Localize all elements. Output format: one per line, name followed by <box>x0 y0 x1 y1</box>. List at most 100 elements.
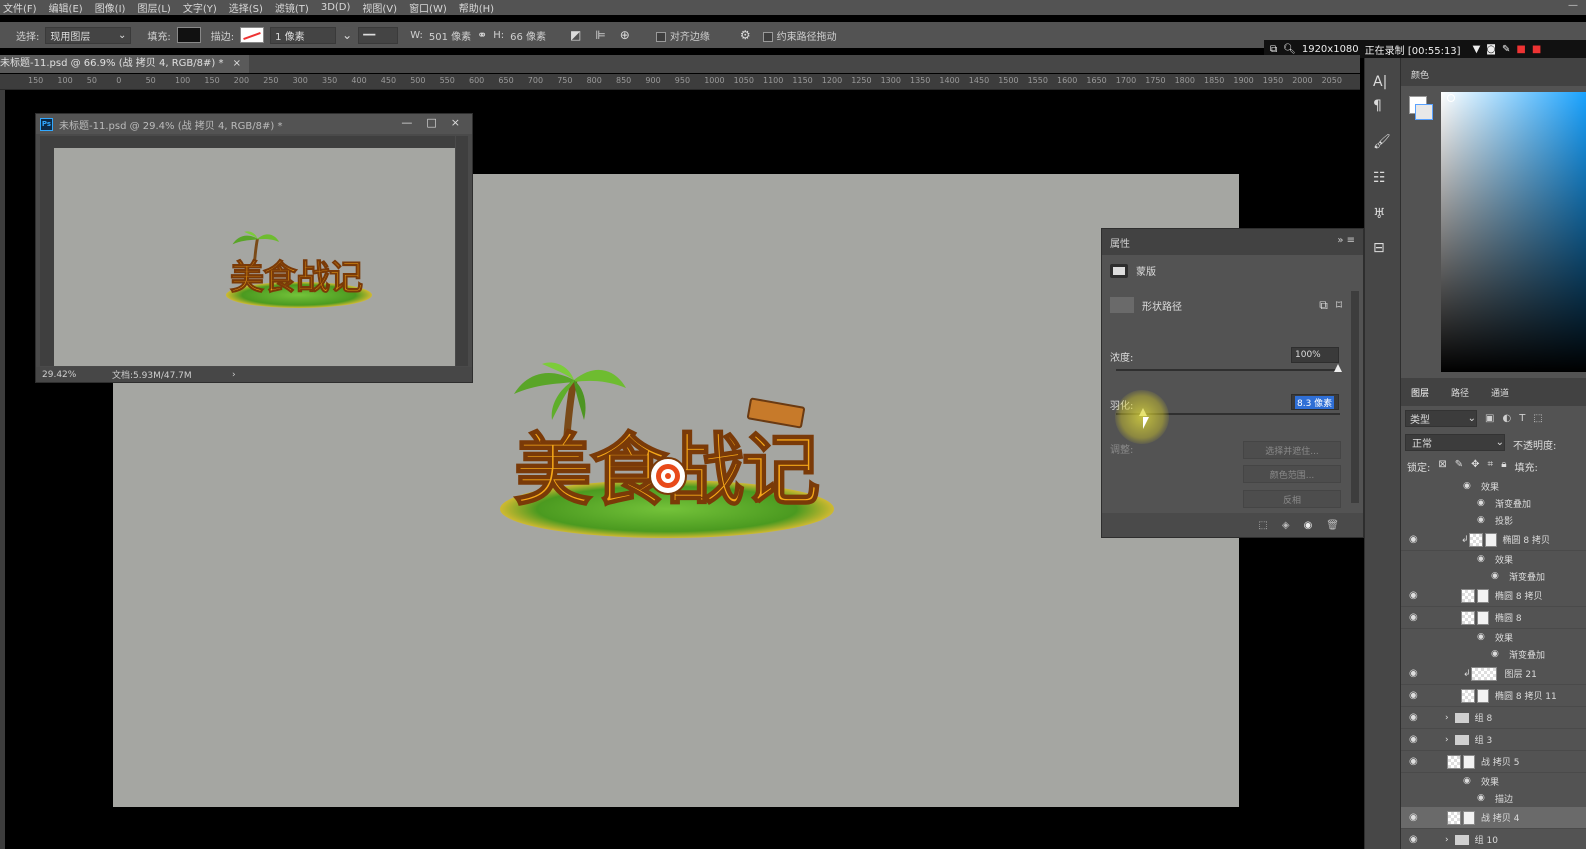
zoom-level[interactable]: 29.42% <box>42 370 112 380</box>
path-arrangement-icon[interactable]: ⊕ <box>620 28 630 42</box>
layer-row[interactable]: ◉ 椭圆 8 拷贝 11 <box>1401 685 1586 707</box>
eye-icon[interactable]: ◉ <box>1304 520 1313 531</box>
blend-mode-dropdown[interactable]: 正常 ⌄ <box>1405 434 1505 451</box>
shape-filter-icon[interactable]: ⬚ <box>1533 413 1542 424</box>
chevron-right-icon[interactable]: › <box>1445 835 1449 845</box>
layer-group-row[interactable]: ◉ › 组 3 <box>1401 729 1586 751</box>
chevron-right-icon[interactable]: › <box>1445 713 1449 723</box>
artboard-lock-icon[interactable]: ⌗ <box>1488 459 1494 474</box>
trash-icon[interactable]: 🗑︎ <box>1326 520 1339 531</box>
mini-scrollbar[interactable] <box>456 136 468 366</box>
density-input[interactable]: 100% <box>1291 347 1339 363</box>
info-icon[interactable]: ⊟ <box>1373 240 1385 256</box>
close-icon[interactable]: ■ <box>1532 44 1541 55</box>
properties-scrollbar[interactable] <box>1351 291 1359 503</box>
chevron-down-icon[interactable]: ⌄ <box>342 28 352 42</box>
layer-filter-dropdown[interactable]: 类型 ⌄ <box>1405 410 1477 427</box>
eye-icon[interactable]: ◉ <box>1477 498 1485 508</box>
floating-document-window[interactable]: Ps 未标题-11.psd @ 29.4% (战 拷贝 4, RGB/8#) *… <box>35 113 473 383</box>
layer-effect-row[interactable]: ◉ 描边 <box>1401 790 1586 807</box>
eye-icon[interactable]: ◉ <box>1409 668 1418 679</box>
density-slider[interactable] <box>1116 369 1340 371</box>
eye-icon[interactable]: ◉ <box>1409 590 1418 601</box>
menu-edit[interactable]: 编辑(E) <box>46 0 92 15</box>
stop-icon[interactable]: ■ <box>1516 44 1525 55</box>
layer-row[interactable]: ◉ 椭圆 8 <box>1401 607 1586 629</box>
align-edges-checkbox[interactable]: 对齐边缘 <box>655 28 710 43</box>
lock-paint-icon[interactable]: ✎ <box>1455 459 1463 474</box>
vector-mask-row[interactable]: 形状路径 ⧉ ⌑ <box>1110 297 1356 313</box>
eye-icon[interactable]: ◉ <box>1409 756 1418 767</box>
vector-mask-icon[interactable]: ⌑ <box>1336 298 1342 312</box>
select-and-mask-button[interactable]: 选择并遮住... <box>1243 441 1341 459</box>
tab-channels[interactable]: 通道 <box>1491 386 1509 399</box>
eye-icon[interactable]: ◉ <box>1409 690 1418 701</box>
layer-effects-row[interactable]: ◉ 效果 <box>1401 629 1586 646</box>
eye-icon[interactable]: ◉ <box>1409 834 1418 845</box>
apply-mask-icon[interactable]: ◈ <box>1282 520 1290 531</box>
adjustments-icon[interactable]: ☷ <box>1373 170 1386 186</box>
layer-effect-row[interactable]: ◉ 渐变叠加 <box>1401 646 1586 663</box>
chevron-right-icon[interactable]: › <box>1445 735 1449 745</box>
eye-icon[interactable]: ◉ <box>1409 712 1418 723</box>
eye-icon[interactable]: ◉ <box>1491 649 1499 659</box>
layer-group-row[interactable]: ◉ › 组 8 <box>1401 707 1586 729</box>
menu-type[interactable]: 文字(Y) <box>180 0 226 15</box>
eye-icon[interactable]: ◉ <box>1463 776 1471 786</box>
eye-icon[interactable]: ◉ <box>1463 481 1471 491</box>
layer-row[interactable]: ◉ 椭圆 8 拷贝 <box>1401 585 1586 607</box>
horizontal-ruler[interactable]: 150 100 50 0 50 100 150 200 250 300 350 400 450 500 55… <box>0 74 1360 90</box>
menu-filter[interactable]: 滤镜(T) <box>272 0 318 15</box>
density-slider-handle[interactable] <box>1334 364 1342 372</box>
eye-icon[interactable]: ◉ <box>1477 554 1485 564</box>
add-mask-icon[interactable]: ⧉ <box>1319 298 1328 313</box>
width-value[interactable]: 501 像素 <box>429 28 471 43</box>
search-icon[interactable]: 🔍︎ <box>1283 44 1296 55</box>
eye-icon[interactable]: ◉ <box>1477 793 1485 803</box>
lock-position-icon[interactable]: ✥ <box>1471 459 1479 474</box>
layer-effect-row[interactable]: ◉ 渐变叠加 <box>1401 495 1586 512</box>
window-minimize-button[interactable]: — <box>1568 0 1578 11</box>
layer-effects-row[interactable]: ◉ 效果 <box>1401 551 1586 568</box>
path-alignment-icon[interactable]: ⊫ <box>595 28 605 42</box>
eye-icon[interactable]: ◉ <box>1409 612 1418 623</box>
stroke-swatch[interactable] <box>240 27 265 43</box>
layer-effect-row[interactable]: ◉ 渐变叠加 <box>1401 568 1586 585</box>
mini-document-canvas[interactable]: 美食战记 <box>54 148 455 366</box>
menu-layer[interactable]: 图层(L) <box>134 0 179 15</box>
type-filter-icon[interactable]: T <box>1519 413 1525 424</box>
layer-row[interactable]: ◉ ↲ 椭圆 8 拷贝 <box>1401 529 1586 551</box>
window-icon[interactable]: ⧉ <box>1270 44 1277 55</box>
image-filter-icon[interactable]: ▣ <box>1485 413 1494 424</box>
close-icon[interactable]: × <box>233 58 241 69</box>
stroke-width-field[interactable]: 1 像素 <box>270 26 337 44</box>
dropdown-icon[interactable]: ▼ <box>1473 44 1481 55</box>
layer-effects-row[interactable]: ◉ 效果 <box>1401 478 1586 495</box>
maximize-icon[interactable]: □ <box>426 116 436 129</box>
eye-icon[interactable]: ◉ <box>1409 534 1418 545</box>
paragraph-icon[interactable]: ¶ <box>1373 98 1382 114</box>
menu-select[interactable]: 选择(S) <box>226 0 272 15</box>
status-arrow-icon[interactable]: › <box>232 370 236 380</box>
gear-icon[interactable]: ⚙ <box>740 28 751 42</box>
mask-icon[interactable] <box>1110 263 1128 278</box>
lock-transparency-icon[interactable]: ⊠ <box>1438 459 1446 474</box>
menu-3d[interactable]: 3D(D) <box>318 2 360 13</box>
eye-icon[interactable]: ◉ <box>1477 632 1485 642</box>
layer-row[interactable]: ◉ ↲ 图层 21 <box>1401 663 1586 685</box>
invert-button[interactable]: 反相 <box>1243 490 1341 508</box>
color-field[interactable] <box>1441 92 1586 372</box>
menu-image[interactable]: 图像(I) <box>92 0 135 15</box>
mini-horizontal-ruler[interactable] <box>40 136 455 148</box>
properties-tab[interactable]: 属性 <box>1110 235 1130 250</box>
panel-menu-icon[interactable]: » ≡ <box>1337 235 1355 246</box>
document-tab[interactable]: 未标题-11.psd @ 66.9% (战 拷贝 4, RGB/8#) * × <box>0 55 250 73</box>
mini-vertical-ruler[interactable] <box>40 148 54 366</box>
load-selection-icon[interactable]: ⬚ <box>1258 520 1267 531</box>
tab-paths[interactable]: 路径 <box>1451 386 1469 399</box>
layer-row-selected[interactable]: ◉ 战 拷贝 4 <box>1401 807 1586 829</box>
eye-icon[interactable]: ◉ <box>1409 734 1418 745</box>
camera-icon[interactable]: ◙ <box>1486 44 1496 55</box>
floating-window-titlebar[interactable]: Ps 未标题-11.psd @ 29.4% (战 拷贝 4, RGB/8#) *… <box>36 114 472 134</box>
menu-view[interactable]: 视图(V) <box>359 0 406 15</box>
